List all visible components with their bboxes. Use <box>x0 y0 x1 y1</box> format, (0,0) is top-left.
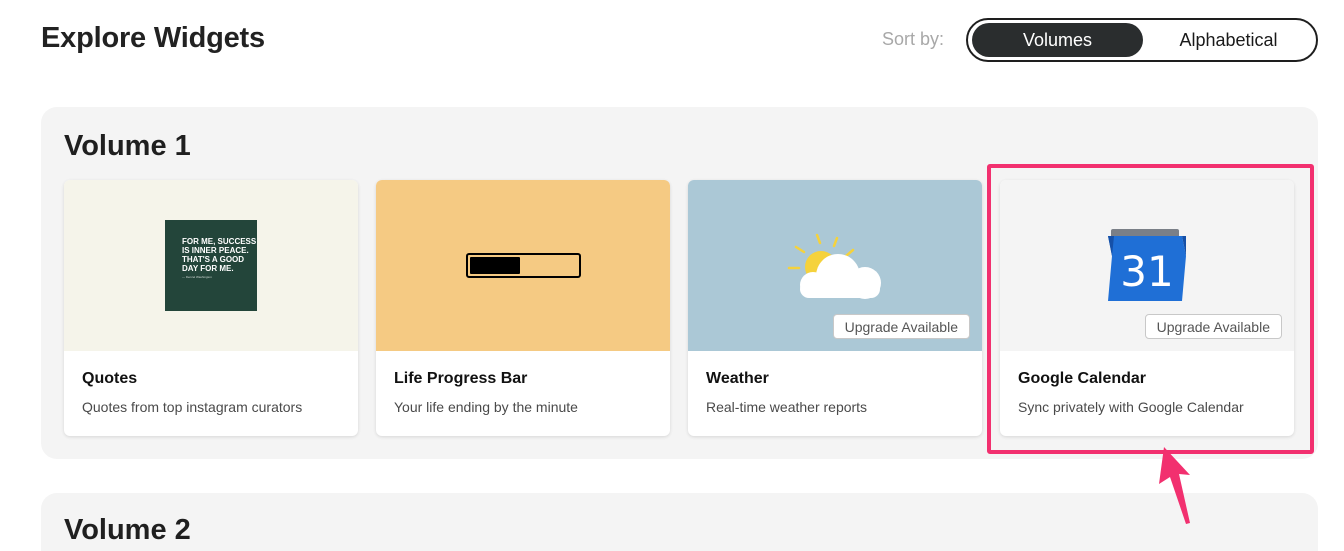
progress-fill <box>470 257 520 274</box>
volume-1-section: Volume 1 FOR ME, SUCCESS IS INNER PEACE.… <box>41 107 1318 459</box>
widget-description: Real-time weather reports <box>706 399 868 415</box>
calendar-day-number: 31 <box>1120 247 1173 296</box>
widget-card-life-progress-bar[interactable]: Life Progress Bar Your life ending by th… <box>376 180 670 436</box>
widget-title: Weather <box>706 370 769 387</box>
widget-title: Life Progress Bar <box>394 370 528 387</box>
widget-card-google-calendar[interactable]: 31 Upgrade Available Google Calendar Syn… <box>1000 180 1294 436</box>
widget-thumbnail: Upgrade Available <box>688 180 982 351</box>
widget-title: Google Calendar <box>1018 370 1147 387</box>
quote-text: FOR ME, SUCCESS IS INNER PEACE. THAT'S A… <box>182 237 257 273</box>
upgrade-available-badge[interactable]: Upgrade Available <box>1144 314 1282 339</box>
volume-2-section: Volume 2 <box>41 493 1318 551</box>
upgrade-available-badge[interactable]: Upgrade Available <box>832 314 970 339</box>
annotation-arrow-icon <box>1159 447 1190 524</box>
widget-thumbnail: 31 Upgrade Available <box>1000 180 1294 351</box>
volume-title: Volume 1 <box>64 130 191 162</box>
sort-volumes-button[interactable]: Volumes <box>972 23 1143 57</box>
volume-title: Volume 2 <box>64 514 191 546</box>
sort-by-label: Sort by: <box>882 29 945 49</box>
sort-toggle: Volumes Alphabetical <box>966 18 1318 62</box>
widget-title: Quotes <box>82 370 138 387</box>
progress-bar-icon <box>466 253 581 278</box>
page-title: Explore Widgets <box>41 22 265 54</box>
quote-card-icon: FOR ME, SUCCESS IS INNER PEACE. THAT'S A… <box>165 220 257 311</box>
sort-alphabetical-button[interactable]: Alphabetical <box>1143 23 1314 57</box>
quote-author: — Denzel Washington <box>182 275 212 279</box>
widget-card-weather[interactable]: Upgrade Available Weather Real-time weat… <box>688 180 982 436</box>
widget-card-quotes[interactable]: FOR ME, SUCCESS IS INNER PEACE. THAT'S A… <box>64 180 358 436</box>
widget-description: Sync privately with Google Calendar <box>1018 399 1244 415</box>
widget-description: Your life ending by the minute <box>394 399 578 415</box>
widget-thumbnail: FOR ME, SUCCESS IS INNER PEACE. THAT'S A… <box>64 180 358 351</box>
widget-description: Quotes from top instagram curators <box>82 399 303 415</box>
widget-thumbnail <box>376 180 670 351</box>
